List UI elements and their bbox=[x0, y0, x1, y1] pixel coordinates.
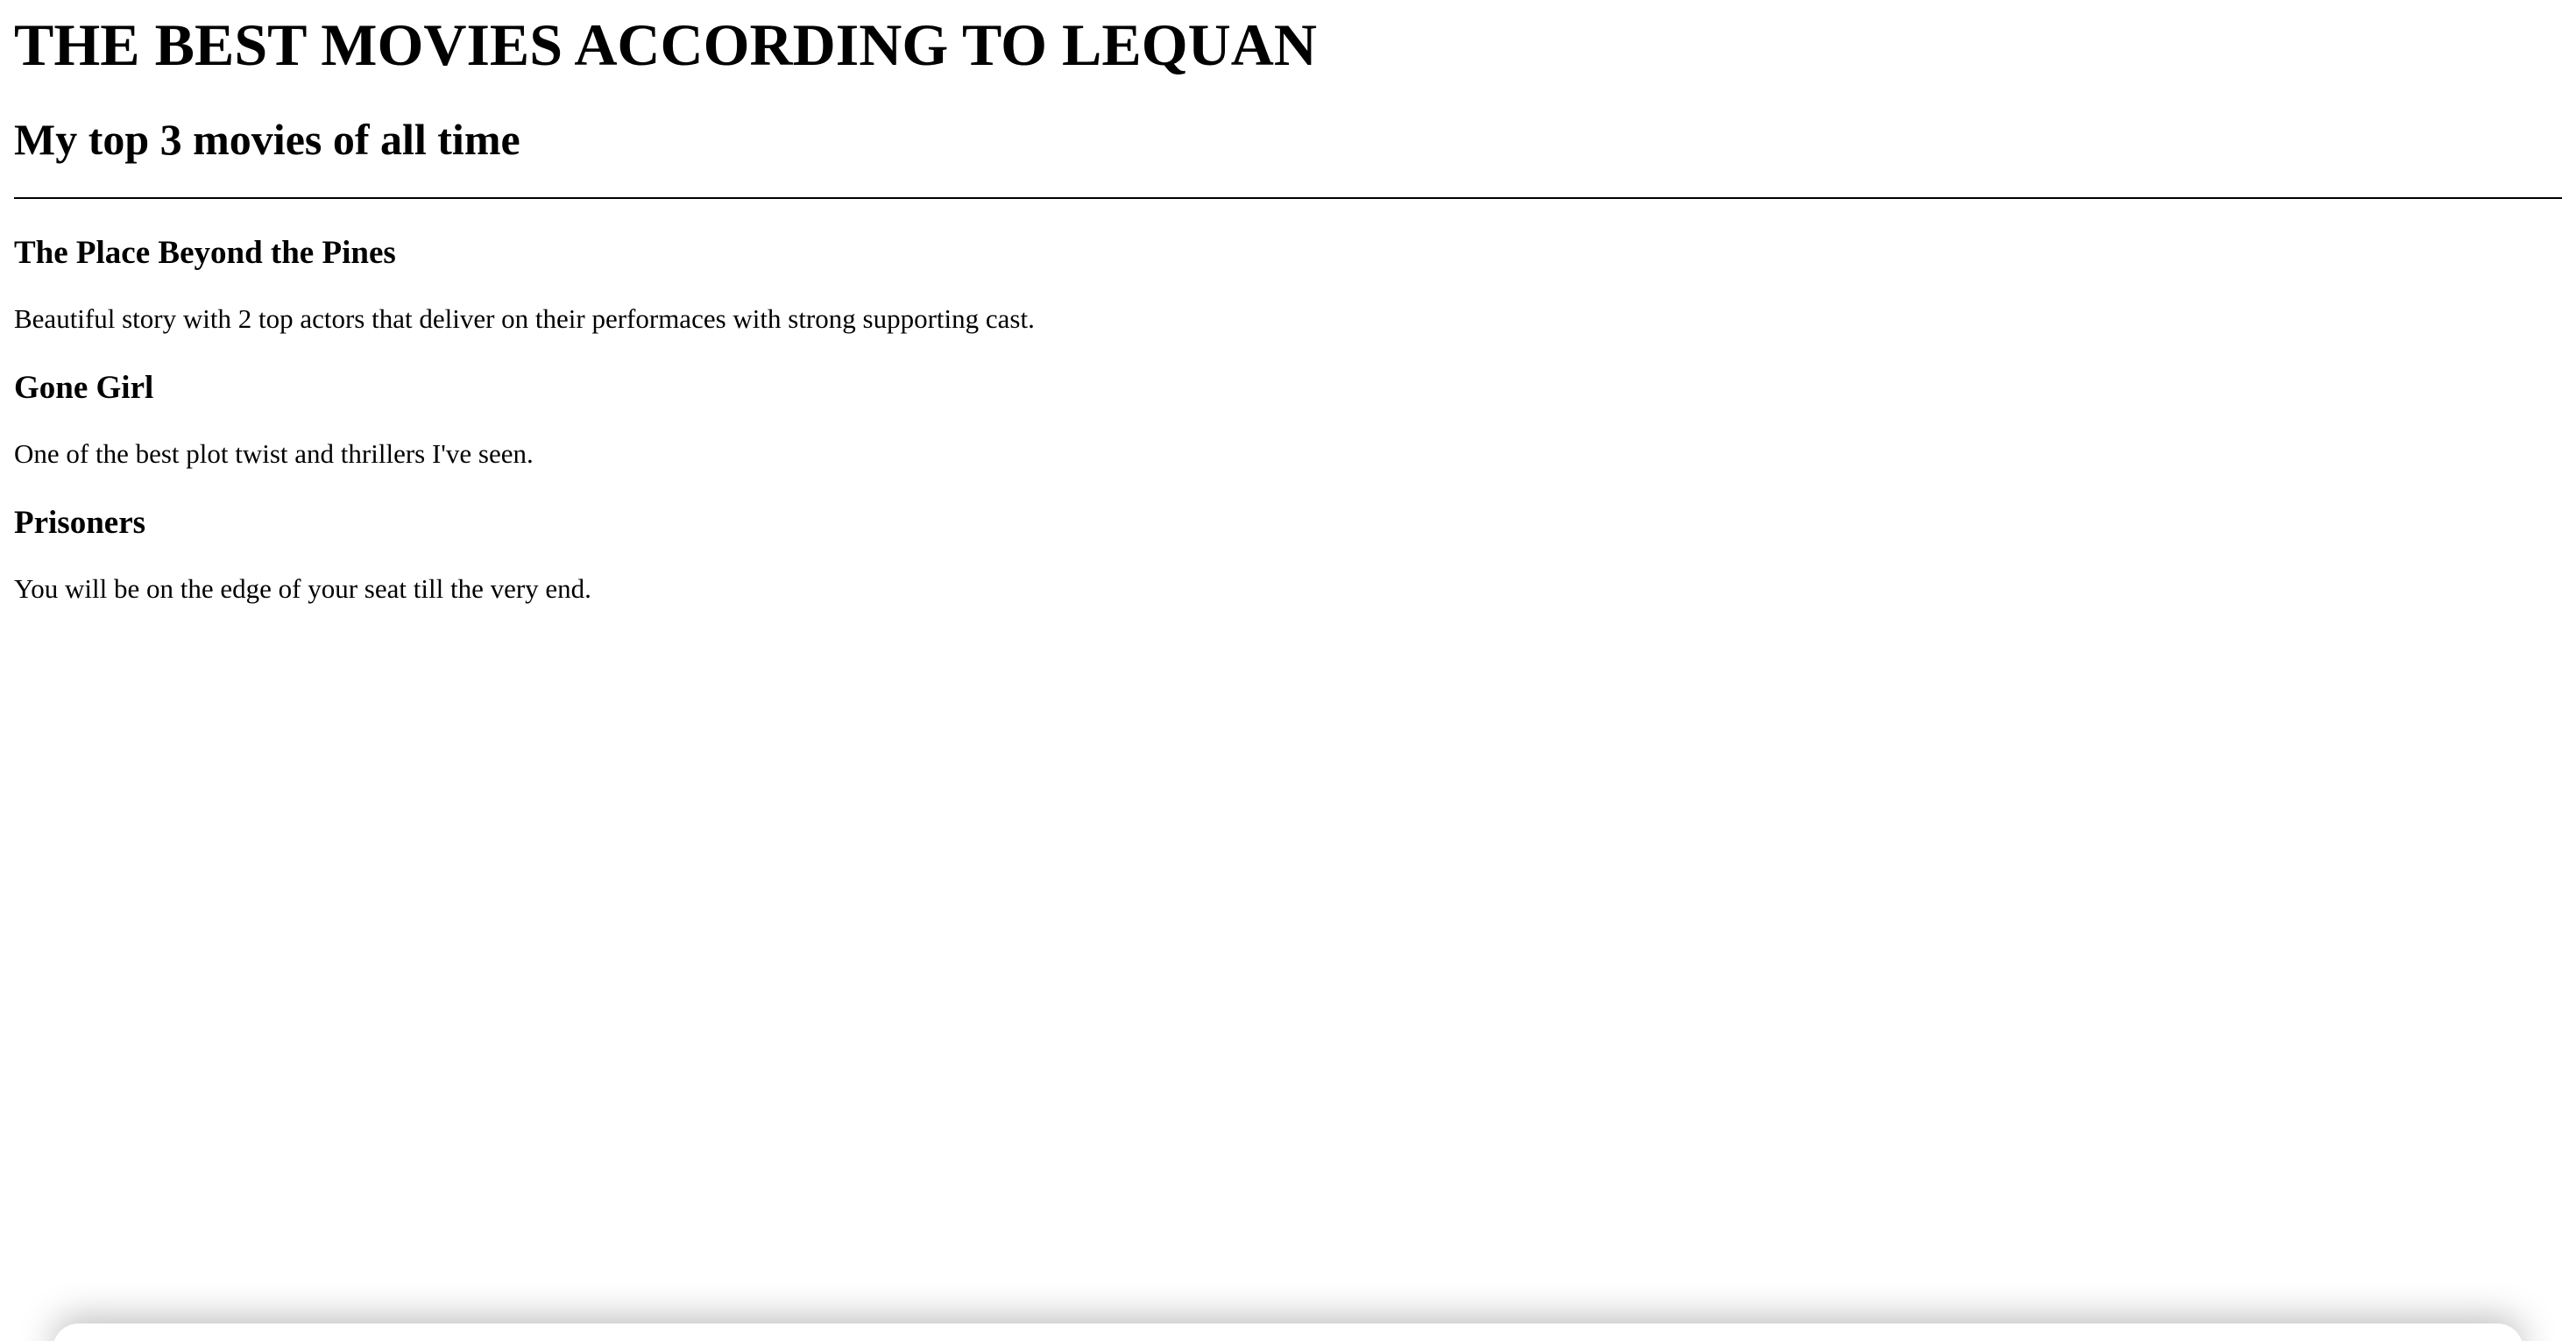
horizontal-divider bbox=[14, 197, 2562, 199]
movie-title: Gone Girl bbox=[14, 370, 154, 406]
movie-title: The Place Beyond the Pines bbox=[14, 235, 396, 271]
movie-entry: The Place Beyond the Pines Beautiful sto… bbox=[14, 231, 1035, 338]
movie-entry: Gone Girl One of the best plot twist and… bbox=[14, 366, 534, 473]
browser-page: THE BEST MOVIES ACCORDING TO LEQUAN My t… bbox=[0, 0, 2576, 1341]
movie-title: Prisoners bbox=[14, 505, 146, 541]
movie-description: You will be on the edge of your seat til… bbox=[14, 573, 591, 604]
page-subtitle: My top 3 movies of all time bbox=[14, 115, 520, 164]
movie-description: One of the best plot twist and thrillers… bbox=[14, 438, 534, 469]
movie-description: Beautiful story with 2 top actors that d… bbox=[14, 303, 1035, 334]
window-bottom-shadow bbox=[53, 1323, 2523, 1341]
movie-entry: Prisoners You will be on the edge of you… bbox=[14, 501, 591, 608]
page-title: THE BEST MOVIES ACCORDING TO LEQUAN bbox=[14, 11, 1317, 78]
